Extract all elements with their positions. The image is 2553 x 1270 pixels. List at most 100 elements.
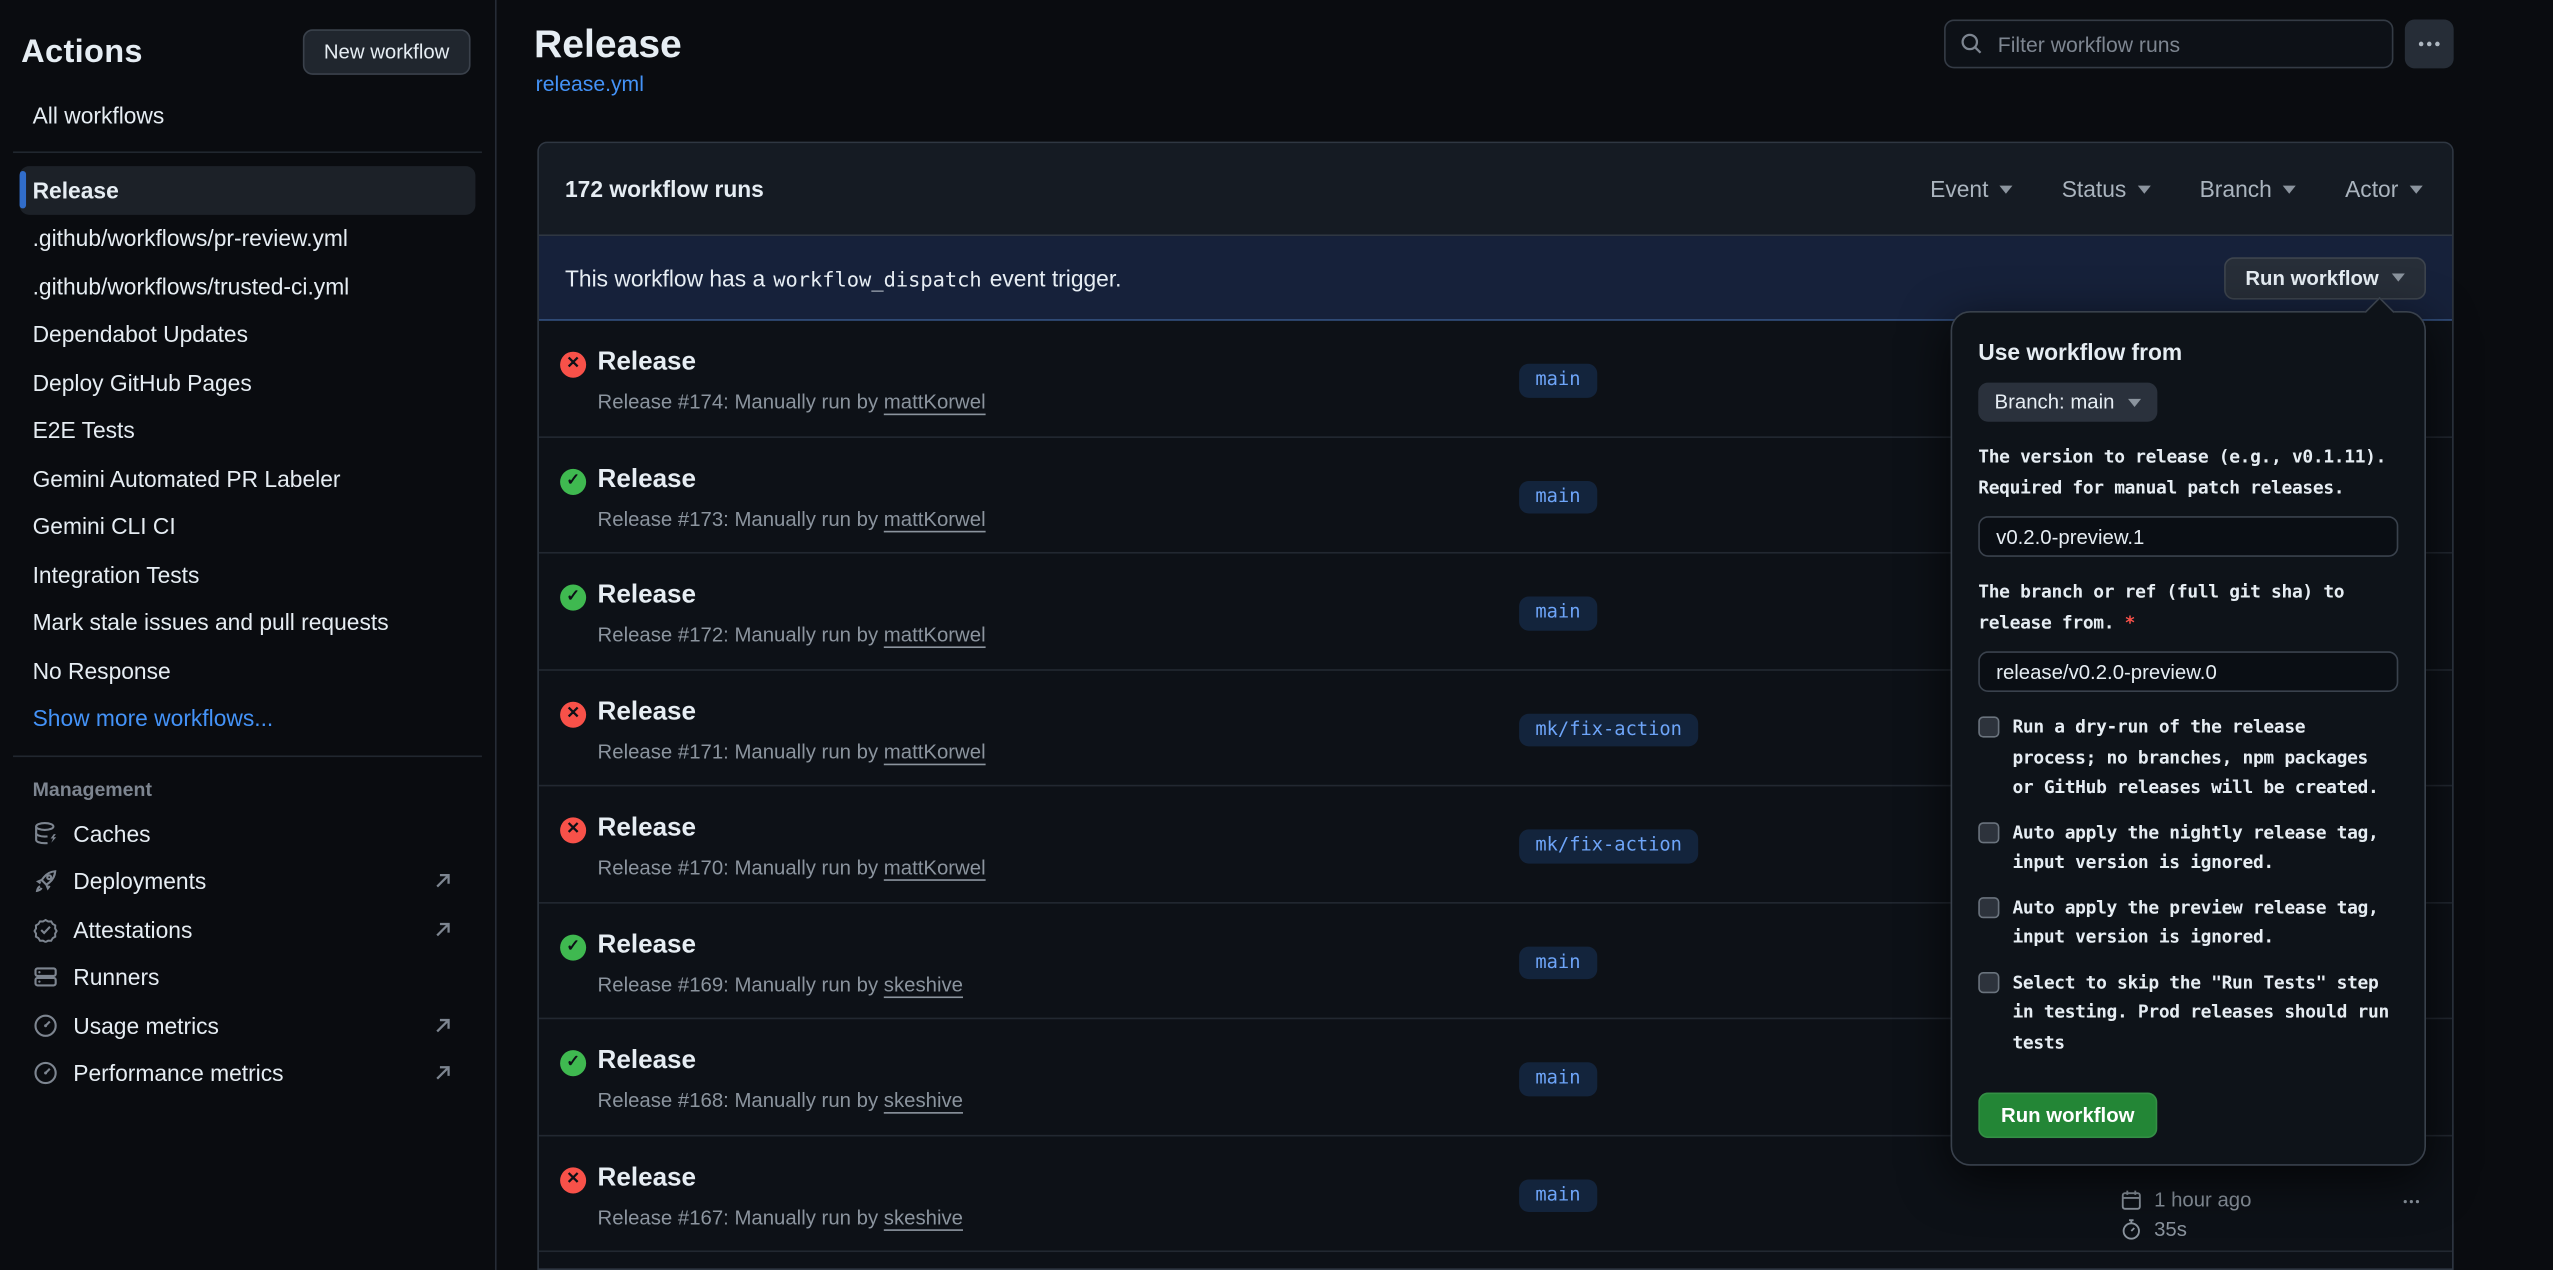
- sidebar-workflow-item[interactable]: Deploy GitHub Pages: [20, 358, 476, 406]
- run-branch-badge[interactable]: main: [1519, 1179, 1597, 1212]
- verified-icon: [33, 916, 59, 942]
- runs-filter-dropdown[interactable]: Status: [2062, 176, 2151, 202]
- sidebar-item-usage-metrics[interactable]: Usage metrics: [20, 1001, 476, 1049]
- sidebar-workflow-item[interactable]: No Response: [20, 646, 476, 694]
- external-link-icon: [433, 871, 453, 891]
- run-actor-link[interactable]: mattKorwel: [884, 391, 986, 414]
- run-title-link[interactable]: Release: [598, 1044, 963, 1078]
- run-subtitle: Release #169: Manually run by skeshive: [598, 971, 963, 999]
- version-input[interactable]: [1978, 516, 2398, 557]
- run-branch-badge[interactable]: main: [1519, 946, 1597, 979]
- page-kebab-button[interactable]: [2405, 20, 2454, 69]
- checkbox-unchecked[interactable]: [1978, 896, 1999, 917]
- sidebar-workflow-item[interactable]: Dependabot Updates: [20, 310, 476, 358]
- run-row-main: Release Release #173: Manually run by ma…: [598, 437, 986, 552]
- sidebar-workflow-item[interactable]: Gemini Automated PR Labeler: [20, 454, 476, 502]
- checkbox-unchecked[interactable]: [1978, 716, 1999, 737]
- sidebar-workflow-item-label: Dependabot Updates: [33, 321, 248, 347]
- server-icon: [33, 964, 59, 990]
- checkbox-unchecked[interactable]: [1978, 971, 1999, 992]
- runs-filter-label: Event: [1930, 176, 1988, 202]
- run-workflow-dropdown-button[interactable]: Run workflow: [2224, 256, 2426, 298]
- sidebar-workflow-item[interactable]: E2E Tests: [20, 406, 476, 454]
- popover-heading: Use workflow from: [1978, 339, 2398, 365]
- meter-icon: [33, 1060, 59, 1086]
- run-actor-link[interactable]: skeshive: [884, 1089, 963, 1112]
- run-row-main: Release Release #172: Manually run by ma…: [598, 554, 986, 669]
- sidebar-item-performance-metrics[interactable]: Performance metrics: [20, 1049, 476, 1097]
- chevron-down-icon: [2392, 274, 2405, 282]
- sidebar-workflow-item[interactable]: Release: [20, 166, 476, 214]
- sidebar-workflow-item[interactable]: .github/workflows/pr-review.yml: [20, 214, 476, 262]
- run-branch-badge[interactable]: main: [1519, 597, 1597, 630]
- run-title-link[interactable]: Release: [598, 578, 986, 612]
- sidebar-item-label: Runners: [73, 964, 159, 990]
- run-title-link[interactable]: Release: [598, 1160, 963, 1194]
- workflow-file-link[interactable]: release.yml: [536, 72, 644, 96]
- checkbox-label: Auto apply the nightly release tag, inpu…: [2012, 818, 2396, 878]
- run-title-link[interactable]: Release: [598, 811, 986, 845]
- banner-code: workflow_dispatch: [773, 266, 981, 290]
- chevron-down-icon: [2000, 185, 2013, 193]
- run-branch-badge[interactable]: main: [1519, 1063, 1597, 1096]
- sidebar-workflow-item-label: Gemini CLI CI: [33, 513, 176, 539]
- sidebar-item-attestations[interactable]: Attestations: [20, 905, 476, 953]
- run-actor-link[interactable]: skeshive: [884, 1206, 963, 1229]
- runs-filter-dropdown[interactable]: Event: [1930, 176, 2013, 202]
- checkbox-label: Select to skip the "Run Tests" step in t…: [2012, 968, 2396, 1058]
- run-title-link[interactable]: Release: [598, 462, 986, 496]
- filter-workflow-runs-input[interactable]: [1944, 20, 2393, 69]
- run-row-kebab-button[interactable]: [2392, 1185, 2431, 1218]
- run-title-link[interactable]: Release: [598, 694, 986, 728]
- run-actor-link[interactable]: mattKorwel: [884, 624, 986, 647]
- sidebar-item-all-workflows[interactable]: All workflows: [20, 94, 476, 138]
- run-actor-link[interactable]: mattKorwel: [884, 507, 986, 530]
- rocket-icon: [33, 868, 59, 894]
- required-asterisk: *: [2125, 611, 2135, 632]
- run-actor-link[interactable]: mattKorwel: [884, 856, 986, 879]
- runs-filter-dropdown[interactable]: Actor: [2345, 176, 2423, 202]
- checkbox-unchecked[interactable]: [1978, 821, 1999, 842]
- show-more-workflows-link[interactable]: Show more workflows...: [20, 694, 476, 742]
- run-status-icon: [560, 1050, 586, 1076]
- sidebar-divider: [13, 755, 482, 757]
- popover-checkbox-row: Select to skip the "Run Tests" step in t…: [1978, 968, 2398, 1058]
- external-link-icon: [433, 1016, 453, 1036]
- chevron-down-icon: [2283, 185, 2296, 193]
- run-branch-badge[interactable]: main: [1519, 364, 1597, 397]
- run-time: 1 hour ago: [2120, 1188, 2252, 1211]
- run-branch-badge[interactable]: mk/fix-action: [1519, 830, 1698, 863]
- run-row-main: Release Release #170: Manually run by ma…: [598, 786, 986, 901]
- sidebar-workflow-item-label: .github/workflows/pr-review.yml: [33, 225, 348, 251]
- run-branch-badge[interactable]: mk/fix-action: [1519, 713, 1698, 746]
- runs-count: 172 workflow runs: [565, 176, 764, 202]
- runs-list-header: 172 workflow runs Event Status Branch Ac…: [539, 143, 2452, 236]
- run-workflow-submit-button[interactable]: Run workflow: [1978, 1093, 2157, 1139]
- run-actor-link[interactable]: mattKorwel: [884, 740, 986, 763]
- run-title-link[interactable]: Release: [598, 927, 963, 961]
- sidebar-workflow-item[interactable]: Integration Tests: [20, 550, 476, 598]
- run-workflow-popover: Use workflow from Branch: main The versi…: [1951, 311, 2426, 1166]
- run-row-main: Release Release #168: Manually run by sk…: [598, 1019, 963, 1134]
- run-meta: 1 hour ago 35s: [2120, 1188, 2252, 1240]
- branch-select-button[interactable]: Branch: main: [1978, 383, 2157, 422]
- sidebar-workflow-item[interactable]: Mark stale issues and pull requests: [20, 598, 476, 646]
- run-subtitle: Release #168: Manually run by skeshive: [598, 1088, 963, 1116]
- sidebar-item-runners[interactable]: Runners: [20, 953, 476, 1001]
- new-workflow-button[interactable]: New workflow: [303, 29, 471, 75]
- run-status-icon: [560, 585, 586, 611]
- run-title-link[interactable]: Release: [598, 345, 986, 379]
- page-title: Release: [534, 23, 682, 69]
- run-branch-badge[interactable]: main: [1519, 481, 1597, 514]
- sidebar-item-deployments[interactable]: Deployments: [20, 857, 476, 905]
- runs-filter-dropdown[interactable]: Branch: [2200, 176, 2297, 202]
- ref-input[interactable]: [1978, 651, 2398, 692]
- external-link-icon: [433, 920, 453, 940]
- run-actor-link[interactable]: skeshive: [884, 973, 963, 996]
- sidebar-workflow-item[interactable]: Gemini CLI CI: [20, 502, 476, 550]
- sidebar-workflow-item[interactable]: .github/workflows/trusted-ci.yml: [20, 262, 476, 310]
- run-status-icon: [560, 934, 586, 960]
- sidebar-header: Actions New workflow: [0, 0, 495, 75]
- run-status-icon: [560, 817, 586, 843]
- sidebar-item-caches[interactable]: Caches: [20, 809, 476, 857]
